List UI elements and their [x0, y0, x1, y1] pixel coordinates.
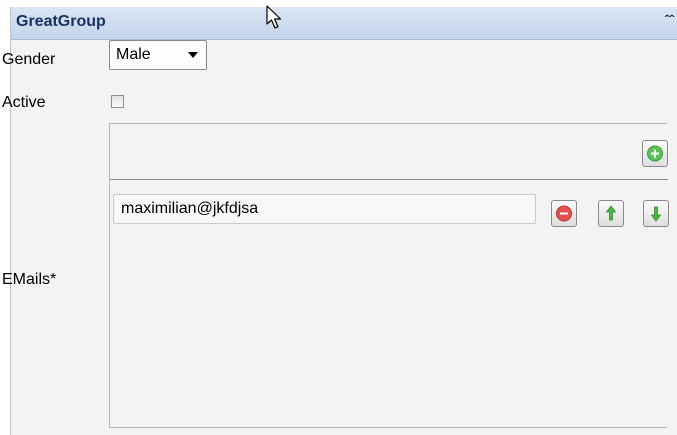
- active-label: Active: [2, 94, 46, 111]
- add-email-button[interactable]: [642, 140, 668, 167]
- gender-select[interactable]: Male: [109, 40, 207, 70]
- group-header[interactable]: GreatGroup ˆˆ: [11, 7, 677, 40]
- emails-label: EMails*: [2, 271, 57, 288]
- panel-separator: [110, 179, 668, 180]
- email-value: maximilian@jkfdjsa: [121, 200, 259, 217]
- arrow-down-icon: [650, 206, 662, 222]
- active-checkbox[interactable]: [111, 95, 124, 108]
- move-up-button[interactable]: [598, 200, 624, 227]
- email-field[interactable]: maximilian@jkfdjsa: [113, 194, 536, 224]
- arrow-up-icon: [605, 205, 617, 221]
- double-chevron-up-icon[interactable]: ˆˆ: [665, 12, 674, 28]
- emails-list-panel: maximilian@jkfdjsa: [109, 123, 669, 428]
- chevron-down-icon: [188, 52, 198, 58]
- remove-email-button[interactable]: [551, 200, 577, 227]
- mouse-pointer-icon: [266, 5, 286, 31]
- gender-select-value: Male: [116, 46, 151, 63]
- group-title: GreatGroup: [16, 13, 106, 30]
- add-icon: [647, 145, 663, 162]
- gender-label: Gender: [2, 51, 56, 68]
- remove-icon: [556, 205, 572, 222]
- move-down-button[interactable]: [643, 200, 669, 227]
